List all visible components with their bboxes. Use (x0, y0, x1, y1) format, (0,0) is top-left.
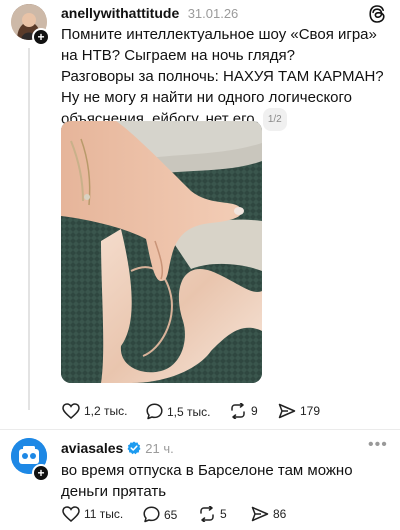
comment-button[interactable]: 1,5 тыс. (146, 403, 210, 420)
post-image[interactable] (61, 121, 262, 383)
follow-plus-icon[interactable]: + (32, 464, 50, 482)
username[interactable]: anellywithattitude (61, 5, 179, 21)
post-date: 31.01.26 (187, 6, 239, 21)
share-button[interactable]: 86 (251, 506, 286, 522)
share-icon (278, 403, 296, 419)
repost-count: 9 (251, 404, 258, 418)
post-header: anellywithattitude 31.01.26 (61, 5, 238, 23)
post-text: во время отпуска в Барселоне там можно д… (61, 462, 353, 500)
username[interactable]: aviasales (61, 440, 123, 456)
heart-icon (62, 403, 80, 419)
post-text-body: Разговоры за полночь: НАХУЯ ТАМ КАРМАН? … (61, 68, 384, 128)
like-button[interactable]: 1,2 тыс. (62, 403, 127, 419)
share-count: 179 (300, 404, 321, 418)
follow-plus-icon[interactable]: + (32, 28, 50, 46)
comment-icon (143, 506, 160, 523)
repost-button[interactable]: 5 (198, 506, 227, 522)
comment-count: 1,5 тыс. (167, 404, 211, 419)
post-divider (0, 429, 400, 430)
share-button[interactable]: 179 (278, 403, 320, 419)
repost-button[interactable]: 9 (229, 403, 258, 419)
post-time: 21 ч. (145, 440, 174, 456)
comment-button[interactable]: 65 (143, 506, 177, 523)
more-icon[interactable]: ••• (368, 436, 388, 454)
heart-icon (62, 506, 80, 522)
post-text-paragraph-1: Помните интеллектуальное шоу «Своя игра»… (61, 26, 377, 64)
repost-count: 5 (220, 507, 227, 521)
repost-icon (200, 506, 214, 522)
page-indicator: 1/2 (262, 108, 287, 131)
post-header: aviasales 21 ч. (61, 440, 174, 456)
post-image-content (61, 121, 262, 383)
thread-line (28, 48, 30, 410)
like-count: 1,2 тыс. (84, 404, 128, 418)
comment-icon (146, 403, 163, 420)
comment-count: 65 (164, 507, 178, 522)
share-icon (251, 506, 269, 522)
repost-icon (231, 403, 245, 419)
like-button[interactable]: 11 тыс. (62, 506, 123, 522)
like-count: 11 тыс. (84, 507, 124, 521)
verified-badge-icon (127, 441, 141, 455)
share-count: 86 (273, 507, 287, 521)
